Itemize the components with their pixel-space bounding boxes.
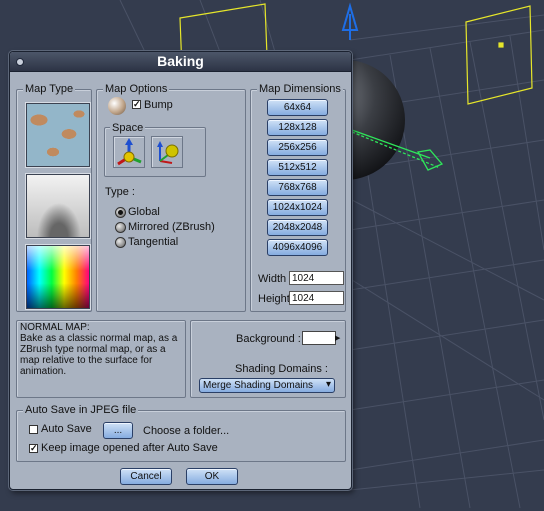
ok-button[interactable]: OK [186,468,238,485]
width-label: Width [258,273,287,285]
baking-dialog: Baking Map Type Map Options ✓ Bump Space [9,51,352,490]
size-button-512[interactable]: 512x512 [267,159,328,176]
space-group: Space [104,122,206,177]
object-space-icon [117,138,142,166]
object-space-button[interactable] [113,136,145,168]
keep-image-label: Keep image opened after Auto Save [41,442,218,454]
shading-domains-label: Shading Domains : [235,363,328,375]
type-radio-mirrored[interactable] [115,222,126,233]
auto-save-label: Auto Save [41,423,92,435]
normal-map-thumbnail[interactable] [26,245,90,309]
size-button-768[interactable]: 768x768 [267,179,328,196]
browse-folder-button[interactable]: ... [103,422,133,439]
map-dimensions-group: Map Dimensions 64x64 128x128 256x256 512… [250,83,346,312]
bump-checkbox[interactable]: ✓ [132,100,141,109]
width-field[interactable]: 1024 [289,271,344,285]
height-field[interactable]: 1024 [289,291,344,305]
dialog-title: Baking [157,53,204,69]
map-options-group: Map Options ✓ Bump Space Type: Global M… [96,83,246,312]
map-dimensions-label: Map Dimensions [257,83,343,95]
size-button-256[interactable]: 256x256 [267,139,328,156]
space-label: Space [110,122,146,134]
autosave-group-label: Auto Save in JPEG file [23,404,139,416]
type-radio-global[interactable] [115,207,126,218]
displacement-map-thumbnail[interactable] [26,174,90,238]
map-type-label: Map Type [23,83,76,95]
chevron-right-icon: ▶ [335,335,341,342]
auto-save-checkbox[interactable] [29,425,38,434]
type-label-tangential: Tangential [128,236,179,248]
background-color-swatch[interactable] [302,331,336,345]
size-button-2048[interactable]: 2048x2048 [267,219,328,236]
bump-map-thumbnail[interactable] [26,103,90,167]
size-button-128[interactable]: 128x128 [267,119,328,136]
chevron-down-icon: ▾ [325,379,331,390]
dialog-titlebar[interactable]: Baking [10,52,351,72]
cancel-button[interactable]: Cancel [120,468,172,485]
type-radio-tangential[interactable] [115,237,126,248]
folder-path-label: Choose a folder... [143,425,230,437]
map-options-label: Map Options [103,83,170,95]
size-button-4096[interactable]: 4096x4096 [267,239,328,256]
autosave-group: Auto Save in JPEG file Auto Save ... Cho… [16,404,346,462]
type-label-mirrored: Mirrored (ZBrush) [128,221,215,233]
tangent-space-icon [157,141,179,164]
shading-domains-dropdown[interactable]: Merge Shading Domains ▾ [199,378,335,393]
background-shading-group: Background : ▶ Shading Domains : Merge S… [190,320,346,398]
bump-sphere-icon [108,97,126,115]
background-label: Background : [236,333,301,345]
description-panel: NORMAL MAP: Bake as a classic normal map… [16,320,186,398]
size-button-64[interactable]: 64x64 [267,99,328,116]
height-label: Height [258,293,290,305]
description-text: NORMAL MAP: Bake as a classic normal map… [20,322,178,377]
type-label-global: Global [128,206,160,218]
type-label: Type : [105,186,135,198]
size-button-1024[interactable]: 1024x1024 [267,199,328,216]
map-type-group: Map Type [16,83,92,312]
shading-domains-value: Merge Shading Domains [203,380,314,391]
keep-image-checkbox[interactable]: ✓ [29,444,38,453]
bump-label: Bump [144,99,173,111]
tangent-space-button[interactable] [151,136,183,168]
